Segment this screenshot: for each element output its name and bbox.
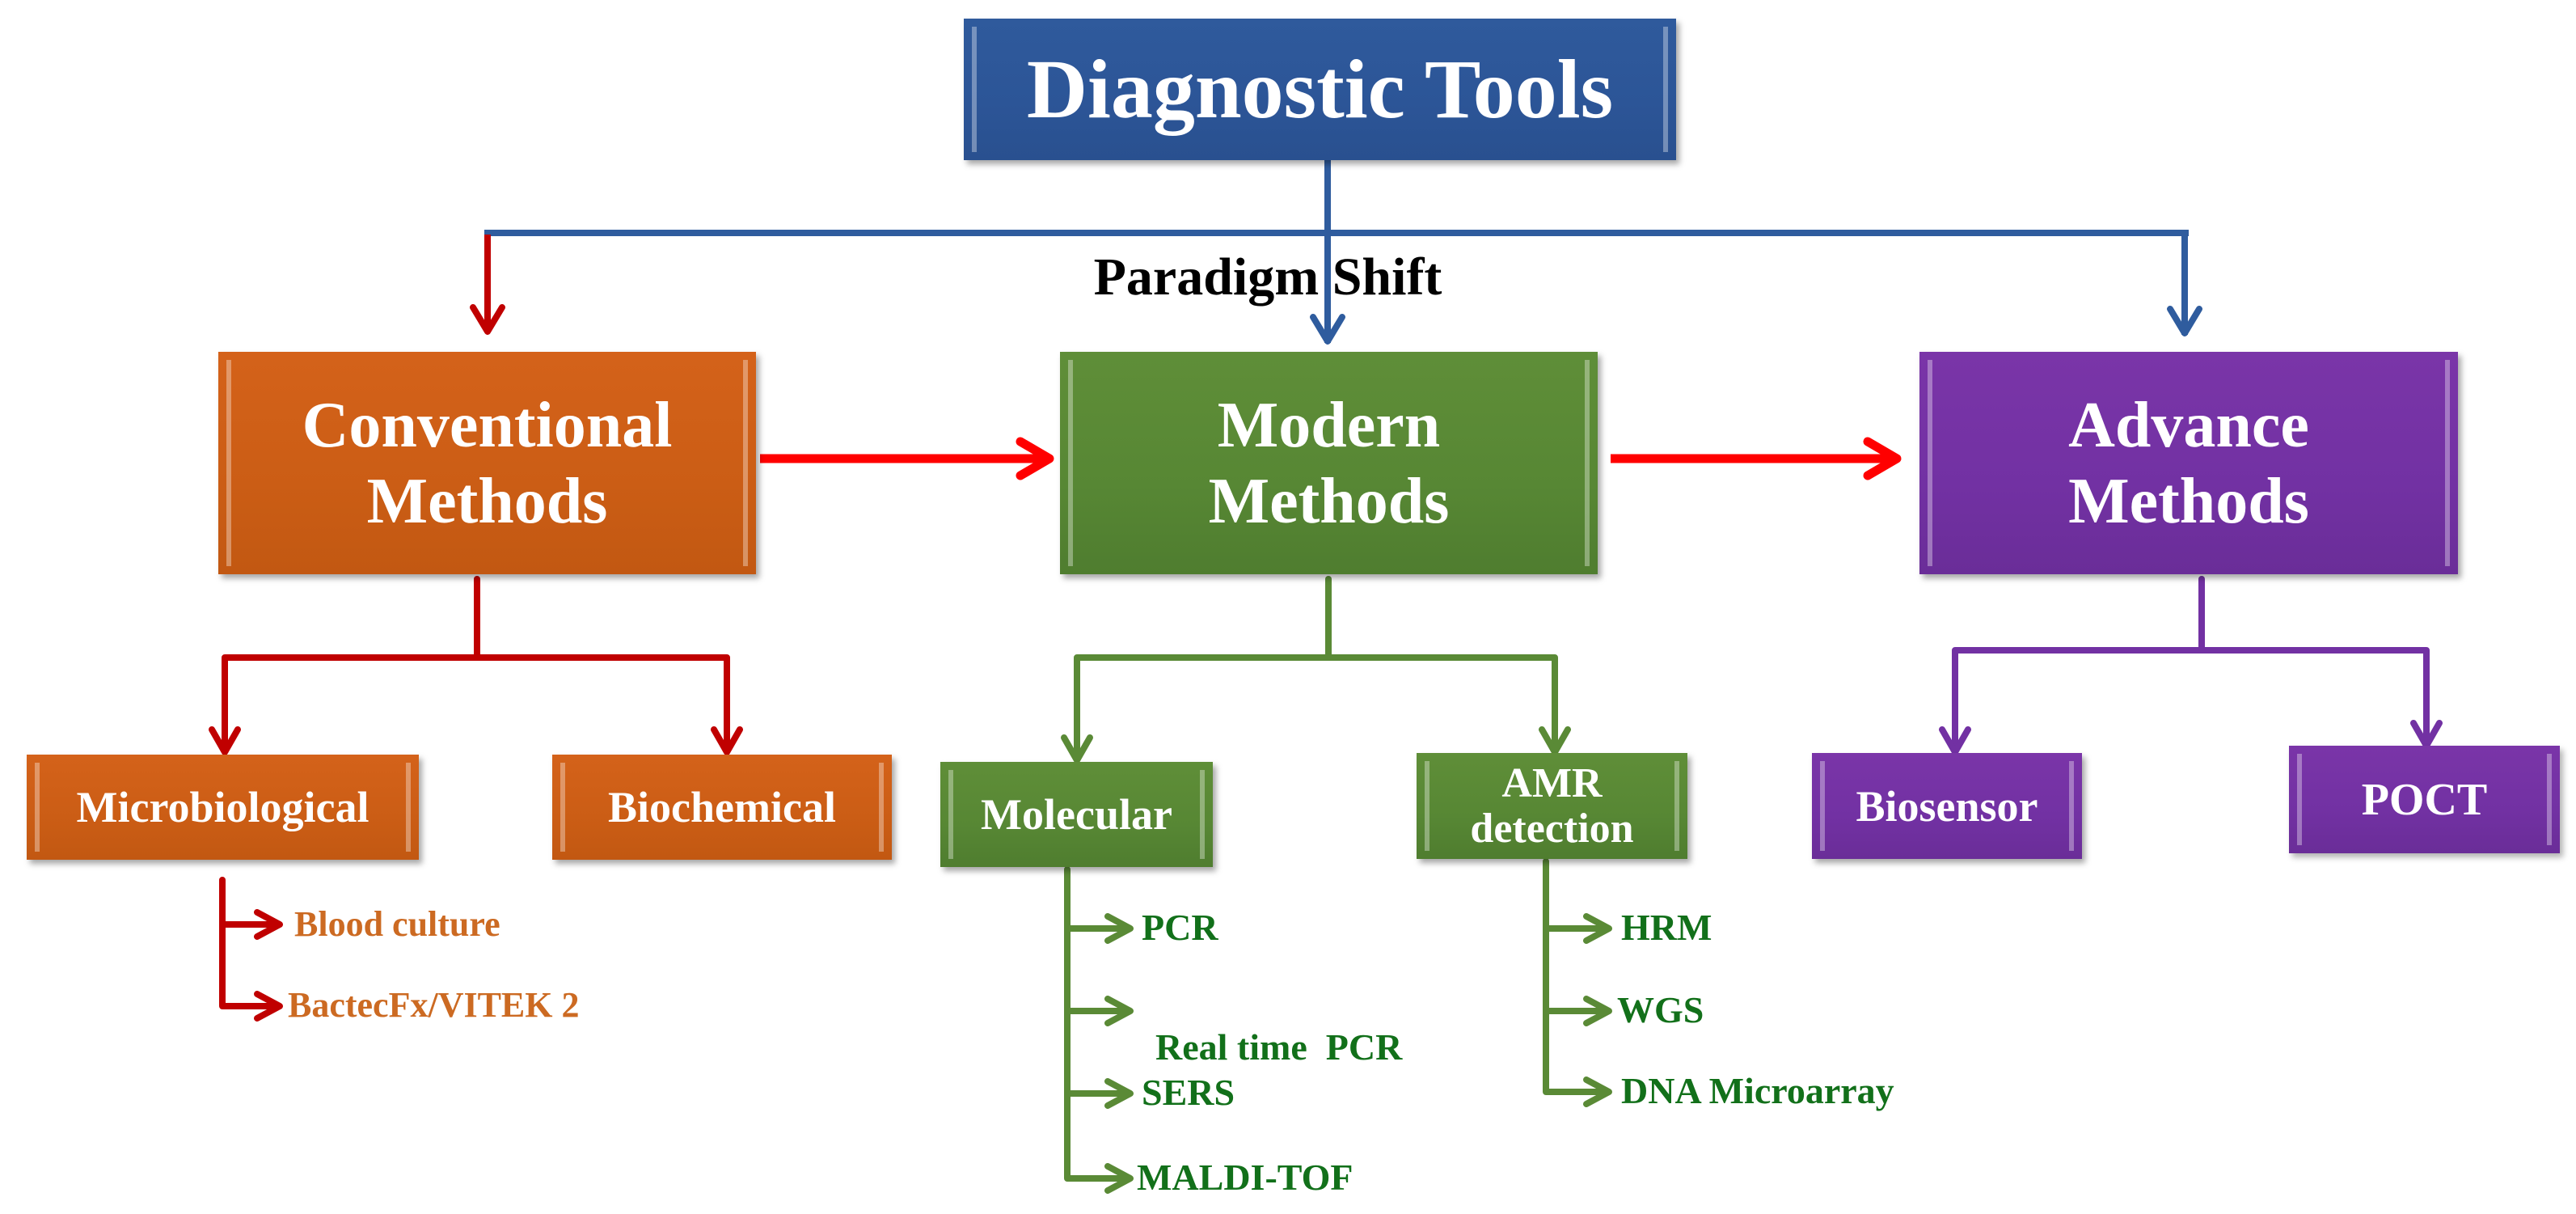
list-item-dna-microarray: DNA Microarray [1621, 1070, 1894, 1111]
advance-branch [1939, 576, 2443, 755]
modern-line1: Modern [1217, 389, 1441, 461]
list-item-sers: SERS [1142, 1072, 1235, 1113]
list-item-bactecfx-vitek2: BactecFx/VITEK 2 [288, 985, 580, 1025]
conventional-line1: Conventional [302, 389, 673, 461]
molecular-box: Molecular [940, 762, 1213, 867]
list-item-wgs: WGS [1617, 989, 1704, 1030]
list-item-maldi-tof: MALDI-TOF [1137, 1157, 1353, 1198]
list-item-real-time-pcr: Real time PCR [1155, 1026, 1403, 1068]
conventional-methods-box: Conventional Methods [218, 352, 756, 574]
amr-list-connectors [1543, 858, 1612, 1107]
poct-box: POCT [2289, 746, 2560, 853]
advance-methods-box: Advance Methods [1919, 352, 2458, 574]
modern-branch [1061, 576, 1571, 764]
list-item-hrm: HRM [1621, 907, 1712, 948]
flow-arrow-modern-to-advance [1611, 437, 1902, 480]
biochemical-box: Biochemical [552, 755, 892, 860]
advance-line2: Methods [2068, 465, 2309, 537]
microbiological-box: Microbiological [27, 755, 419, 860]
molecular-list-connectors [1064, 866, 1134, 1194]
conventional-line2: Methods [366, 465, 608, 537]
amr-detection-box: AMR detection [1417, 753, 1687, 859]
list-item-pcr: PCR [1142, 907, 1218, 948]
microbiological-list-connectors [219, 877, 283, 1022]
biosensor-box: Biosensor [1812, 753, 2082, 859]
list-item-blood-culture: Blood culture [294, 904, 500, 944]
diagnostic-tools-title: Diagnostic Tools [1026, 42, 1614, 136]
advance-line1: Advance [2068, 389, 2309, 461]
modern-methods-box: Modern Methods [1060, 352, 1598, 574]
diagnostic-tools-box: Diagnostic Tools [964, 19, 1676, 160]
modern-line2: Methods [1208, 465, 1450, 537]
conventional-branch [209, 576, 743, 755]
flow-arrow-conventional-to-modern [760, 437, 1054, 480]
paradigm-shift-label: Paradigm Shift [1093, 247, 1442, 307]
